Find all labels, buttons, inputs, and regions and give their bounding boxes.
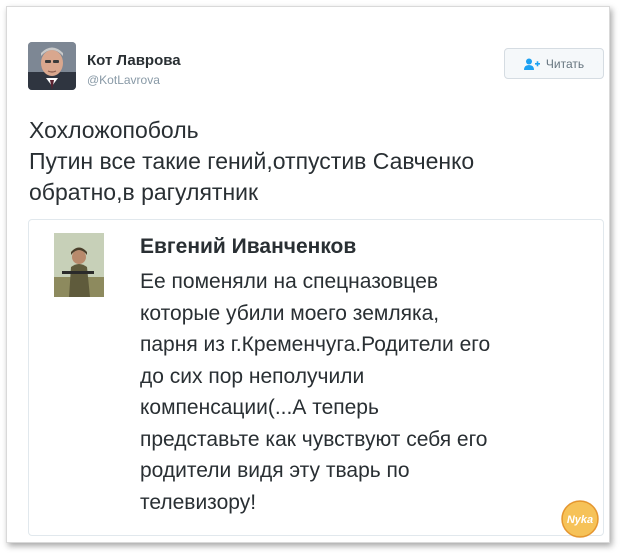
quoted-text-line: представьте как чувствуют себя его bbox=[140, 427, 488, 451]
svg-text:Nyka: Nyka bbox=[567, 514, 593, 526]
avatar-photo bbox=[28, 42, 76, 90]
quoted-author-avatar[interactable] bbox=[54, 233, 104, 297]
quoted-tweet[interactable]: Евгений Иванченков Ее поменяли на спецна… bbox=[28, 219, 604, 536]
follow-label: Читать bbox=[545, 56, 585, 71]
quoted-text-line: телевизору! bbox=[140, 490, 257, 514]
tweet-text: Хохложопоболь Путин все такие гений,отпу… bbox=[29, 115, 599, 208]
quoted-text-line: компенсации(...А теперь bbox=[140, 396, 379, 419]
quoted-text-line: до сих пор неполучили bbox=[140, 364, 365, 388]
quoted-text-line: которые убили моего земляка, bbox=[140, 301, 440, 325]
quoted-text-line: родители видя эту тварь по bbox=[140, 459, 410, 482]
author-name[interactable]: Кот Лаврова bbox=[87, 52, 181, 69]
watermark-logo: Nyka bbox=[560, 499, 600, 539]
tweet-text-line: обратно,в рагулятник bbox=[29, 179, 259, 205]
tweet-card: Кот Лаврова @KotLavrova Читать Хохложопо… bbox=[6, 6, 610, 543]
author-handle[interactable]: @KotLavrova bbox=[87, 73, 160, 87]
quoted-text: Ее поменяли на спецназовцев которые убил… bbox=[140, 266, 580, 518]
quoted-text-line: парня из г.Кременчуга.Родители его bbox=[140, 333, 491, 356]
tweet-text-line: Путин все такие гений,отпустив Савченко bbox=[29, 148, 475, 174]
quoted-text-line: Ее поменяли на спецназовцев bbox=[140, 270, 439, 293]
follow-button[interactable]: Читать bbox=[504, 48, 604, 79]
author-avatar[interactable] bbox=[28, 42, 76, 90]
quoted-author-name[interactable]: Евгений Иванченков bbox=[140, 235, 356, 259]
add-user-icon bbox=[523, 58, 540, 70]
tweet-text-line: Хохложопоболь bbox=[29, 117, 199, 143]
avatar-photo bbox=[54, 233, 104, 297]
